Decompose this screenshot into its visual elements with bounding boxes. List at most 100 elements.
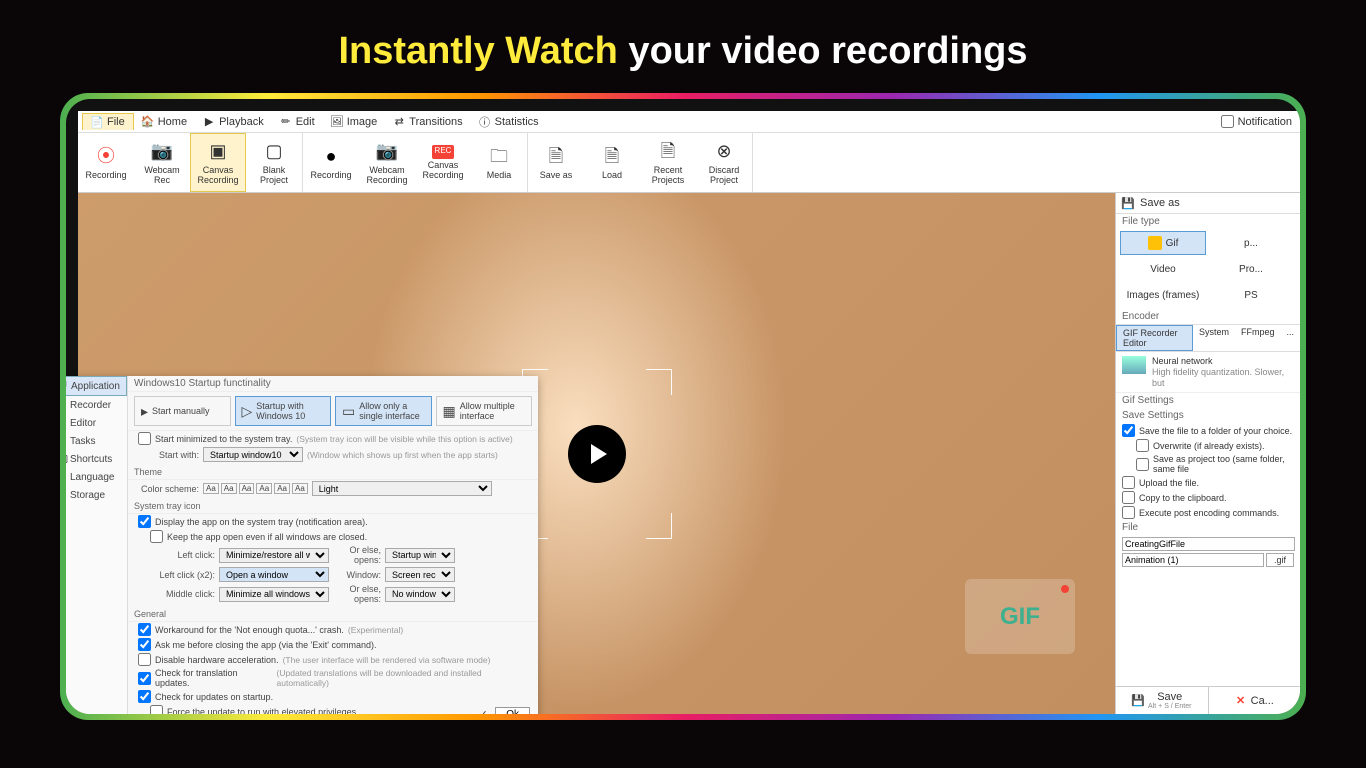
- notification-label: Notification: [1238, 116, 1292, 128]
- file-type-label: PS: [1244, 290, 1257, 301]
- middle-click-select[interactable]: Minimize all windows: [219, 587, 329, 602]
- startup-option-label: Startup with Windows 10: [256, 401, 324, 421]
- settings-nav-icon: 🖥: [66, 380, 67, 392]
- toolbar-canvas-recording[interactable]: ▣Canvas Recording: [190, 133, 246, 192]
- save-checkbox[interactable]: [1122, 424, 1135, 437]
- tab-transitions[interactable]: ⇄Transitions: [385, 114, 470, 130]
- toolbar-icon: ⦿: [94, 145, 118, 169]
- general-checkbox[interactable]: [138, 623, 151, 636]
- file-type-gif[interactable]: Gif: [1120, 231, 1206, 255]
- or-else-select-1[interactable]: Startup window10: [385, 548, 455, 563]
- toolbar-blank-project[interactable]: ▢Blank Project: [246, 133, 302, 192]
- tray-display-checkbox[interactable]: [138, 515, 151, 528]
- tray-keep-open-checkbox[interactable]: [150, 530, 163, 543]
- encoder-item[interactable]: Neural network High fidelity quantizatio…: [1116, 352, 1300, 393]
- settings-nav-shortcuts[interactable]: ⌨Shortcuts: [66, 450, 127, 468]
- general-check-label: Workaround for the 'Not enough quota...'…: [155, 625, 344, 635]
- save-checkbox[interactable]: [1122, 491, 1135, 504]
- tab-statistics[interactable]: ⓘStatistics: [471, 114, 547, 130]
- file-name-input[interactable]: [1122, 537, 1295, 551]
- save-check-row: Save the file to a folder of your choice…: [1116, 423, 1300, 438]
- toolbar-load[interactable]: 🗎Load: [584, 133, 640, 192]
- save-checkbox[interactable]: [1122, 476, 1135, 489]
- start-with-select[interactable]: Startup window10: [203, 447, 303, 462]
- save-checkbox[interactable]: [1122, 506, 1135, 519]
- toolbar-recording[interactable]: ●Recording: [303, 133, 359, 192]
- theme-swatch[interactable]: Aa: [203, 483, 219, 494]
- window-label: Window:: [333, 570, 381, 580]
- general-sub-checkbox[interactable]: [150, 705, 163, 714]
- toolbar-webcam-rec[interactable]: 📷Webcam Rec: [134, 133, 190, 192]
- theme-swatch[interactable]: Aa: [221, 483, 237, 494]
- theme-swatch[interactable]: Aa: [256, 483, 272, 494]
- tab-playback[interactable]: ▶Playback: [195, 114, 272, 130]
- tab-home[interactable]: 🏠Home: [134, 114, 195, 130]
- start-minimized-checkbox[interactable]: [138, 432, 151, 445]
- toolbar-label: Load: [602, 171, 622, 181]
- startup-option-label: Allow only a single interface: [359, 401, 424, 421]
- file-type-p[interactable]: p...: [1208, 231, 1294, 255]
- encoder-tab[interactable]: System: [1193, 325, 1235, 351]
- tab-file[interactable]: 📄File: [82, 113, 134, 130]
- encoder-item-title: Neural network: [1152, 356, 1294, 367]
- settings-nav-tasks[interactable]: 🗒Tasks: [66, 432, 127, 450]
- start-minimized-hint: (System tray icon will be visible while …: [296, 434, 512, 444]
- general-checkbox[interactable]: [138, 672, 151, 685]
- theme-select[interactable]: Light: [312, 481, 492, 496]
- settings-nav-editor[interactable]: ✎Editor: [66, 414, 127, 432]
- general-checkbox[interactable]: [138, 690, 151, 703]
- encoder-tab[interactable]: GIF Recorder Editor: [1116, 325, 1193, 351]
- general-check-hint: (Experimental): [348, 625, 403, 635]
- notification-toggle[interactable]: Notification: [1221, 115, 1300, 128]
- toolbar-icon: ▢: [262, 140, 286, 164]
- toolbar-recent-projects[interactable]: 🗎Recent Projects: [640, 133, 696, 192]
- toolbar-media[interactable]: 🗀Media: [471, 133, 527, 192]
- left-click-x2-select[interactable]: Open a window: [219, 567, 329, 582]
- file-type-video[interactable]: Video: [1120, 257, 1206, 281]
- cancel-button-label: Ca...: [1251, 695, 1274, 707]
- general-header: General: [128, 607, 538, 622]
- encoder-tab[interactable]: ...: [1280, 325, 1300, 351]
- theme-swatch[interactable]: Aa: [292, 483, 308, 494]
- startup-option[interactable]: ▦Allow multiple interface: [436, 396, 533, 426]
- left-click-select[interactable]: Minimize/restore all windows: [219, 548, 329, 563]
- notification-checkbox[interactable]: [1221, 115, 1234, 128]
- save-button[interactable]: 💾 Save Alt + S / Enter: [1116, 687, 1209, 714]
- startup-option[interactable]: ▭Allow only a single interface: [335, 396, 432, 426]
- encoder-tab[interactable]: FFmpeg: [1235, 325, 1281, 351]
- theme-swatch[interactable]: Aa: [239, 483, 255, 494]
- left-click-label: Left click:: [150, 550, 215, 560]
- toolbar-recording[interactable]: ⦿Recording: [78, 133, 134, 192]
- save-checkbox[interactable]: [1136, 439, 1149, 452]
- general-checkbox[interactable]: [138, 653, 151, 666]
- settings-nav-storage[interactable]: 🗄Storage: [66, 486, 127, 504]
- settings-main: Windows10 Startup functinality ▸Start ma…: [128, 376, 538, 714]
- cancel-button[interactable]: ✕ Ca...: [1209, 687, 1301, 714]
- general-checkbox[interactable]: [138, 638, 151, 651]
- file-type-ps[interactable]: PS: [1208, 283, 1294, 307]
- theme-swatch[interactable]: Aa: [274, 483, 290, 494]
- ok-button[interactable]: Ok: [495, 707, 530, 714]
- play-button[interactable]: [568, 425, 626, 483]
- theme-swatches: AaAaAaAaAaAa: [203, 483, 308, 494]
- settings-nav-label: Recorder: [70, 400, 111, 411]
- startup-option[interactable]: ▸Start manually: [134, 396, 231, 426]
- settings-nav-application[interactable]: 🖥Application: [66, 376, 127, 396]
- or-else-select-2[interactable]: No window: [385, 587, 455, 602]
- animation-name-input[interactable]: [1122, 553, 1264, 567]
- toolbar-webcam-recording[interactable]: 📷Webcam Recording: [359, 133, 415, 192]
- settings-nav-language[interactable]: 🌐Language: [66, 468, 127, 486]
- file-type-imagesframes[interactable]: Images (frames): [1120, 283, 1206, 307]
- startup-option[interactable]: ▷Startup with Windows 10: [235, 396, 332, 426]
- save-checkbox[interactable]: [1136, 458, 1149, 471]
- toolbar-canvas-recording[interactable]: RECCanvas Recording: [415, 133, 471, 192]
- tab-edit[interactable]: ✏Edit: [272, 114, 323, 130]
- window-select[interactable]: Screen recorder: [385, 567, 455, 582]
- toolbar-save-as[interactable]: 🗎Save as: [528, 133, 584, 192]
- tab-image[interactable]: 🖼Image: [323, 114, 386, 130]
- startup-option-icon: ▸: [141, 403, 148, 420]
- extension-select[interactable]: .gif: [1266, 553, 1294, 567]
- file-type-pro[interactable]: Pro...: [1208, 257, 1294, 281]
- toolbar-discard-project[interactable]: ⊗Discard Project: [696, 133, 752, 192]
- settings-nav-recorder[interactable]: Recorder: [66, 396, 127, 414]
